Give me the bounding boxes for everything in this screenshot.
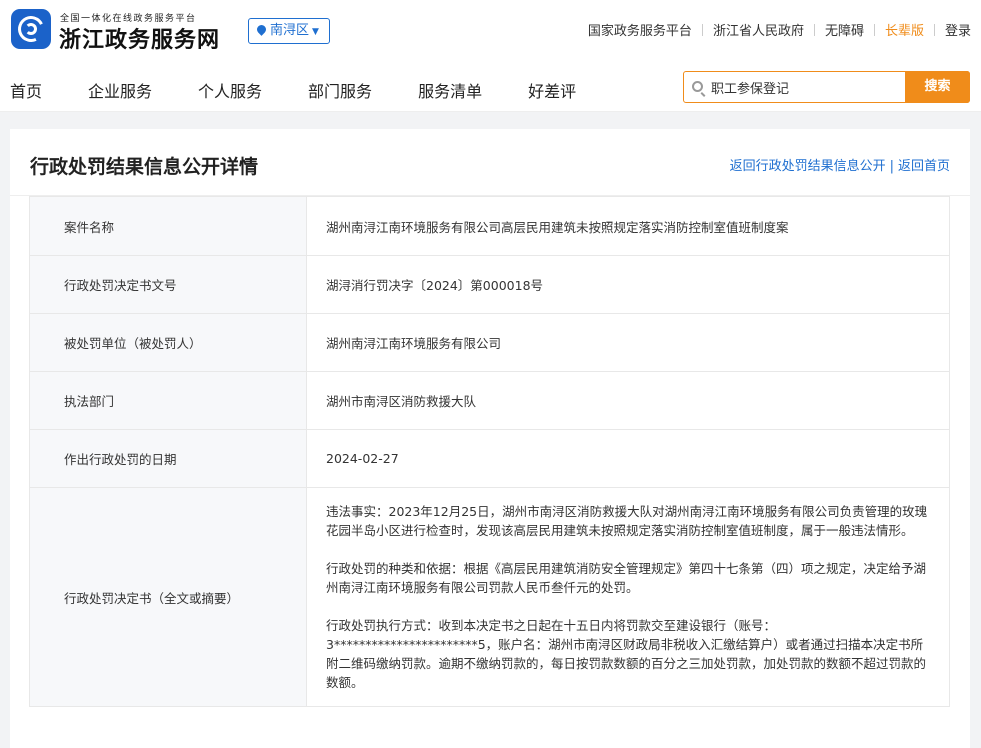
back-to-home-link[interactable]: 返回首页 xyxy=(898,159,950,174)
site-logo-icon[interactable] xyxy=(11,9,51,49)
main-nav: 首页 企业服务 个人服务 部门服务 服务清单 好差评 搜索 xyxy=(0,60,981,112)
decision-paragraph: 行政处罚的种类和依据：根据《高层民用建筑消防安全管理规定》第四十七条第（四）项之… xyxy=(326,561,927,595)
top-header: 全国一体化在线政务服务平台 浙江政务服务网 南浔区 ▼ 国家政务服务平台 浙江省人… xyxy=(0,0,981,60)
login-link[interactable]: 登录 xyxy=(945,20,971,39)
row-label: 案件名称 xyxy=(29,196,307,256)
row-label: 行政处罚决定书（全文或摘要） xyxy=(29,487,307,707)
region-label: 南浔区 xyxy=(270,23,310,38)
divider xyxy=(813,23,815,36)
divider xyxy=(933,23,935,36)
nav-item-rating[interactable]: 好差评 xyxy=(528,78,576,102)
search-icon xyxy=(692,81,703,92)
row-label: 被处罚单位（被处罚人） xyxy=(29,313,307,372)
row-value: 湖浔消行罚决字〔2024〕第000018号 xyxy=(306,255,950,314)
row-value: 湖州南浔江南环境服务有限公司高层民用建筑未按照规定落实消防控制室值班制度案 xyxy=(306,196,950,256)
table-row: 作出行政处罚的日期 2024-02-27 xyxy=(29,429,950,488)
table-row: 执法部门 湖州市南浔区消防救援大队 xyxy=(29,371,950,430)
page-title: 行政处罚结果信息公开详情 xyxy=(30,156,259,178)
row-value: 湖州市南浔区消防救援大队 xyxy=(306,371,950,430)
row-label: 行政处罚决定书文号 xyxy=(29,255,307,314)
nav-menu: 首页 企业服务 个人服务 部门服务 服务清单 好差评 xyxy=(10,78,622,102)
detail-card: 行政处罚结果信息公开详情 返回行政处罚结果信息公开 | 返回首页 案件名称 湖州南浔… xyxy=(10,129,970,748)
nav-item-personal[interactable]: 个人服务 xyxy=(198,78,262,102)
link-elder-mode[interactable]: 长辈版 xyxy=(885,20,924,39)
detail-table: 案件名称 湖州南浔江南环境服务有限公司高层民用建筑未按照规定落实消防控制室值班制… xyxy=(29,196,950,707)
link-accessibility[interactable]: 无障碍 xyxy=(825,20,864,39)
row-label: 作出行政处罚的日期 xyxy=(29,429,307,488)
decision-text: 违法事实：2023年12月25日，湖州市南浔区消防救援大队对湖州南浔江南环境服务… xyxy=(306,487,950,707)
divider: | xyxy=(889,159,894,174)
divider xyxy=(701,23,703,36)
link-zhejiang-gov[interactable]: 浙江省人民政府 xyxy=(713,20,804,39)
nav-item-home[interactable]: 首页 xyxy=(10,78,42,102)
nav-item-department[interactable]: 部门服务 xyxy=(308,78,372,102)
table-row: 行政处罚决定书文号 湖浔消行罚决字〔2024〕第000018号 xyxy=(29,255,950,314)
caret-down-icon: ▼ xyxy=(312,27,319,37)
breadcrumb: 返回行政处罚结果信息公开 | 返回首页 xyxy=(730,155,950,174)
nav-item-service-list[interactable]: 服务清单 xyxy=(418,78,482,102)
table-row: 案件名称 湖州南浔江南环境服务有限公司高层民用建筑未按照规定落实消防控制室值班制… xyxy=(29,196,950,256)
link-national-platform[interactable]: 国家政务服务平台 xyxy=(588,20,692,39)
table-row: 被处罚单位（被处罚人） 湖州南浔江南环境服务有限公司 xyxy=(29,313,950,372)
region-selector[interactable]: 南浔区 ▼ xyxy=(248,18,330,44)
table-row: 行政处罚决定书（全文或摘要） 违法事实：2023年12月25日，湖州市南浔区消防… xyxy=(29,487,950,707)
decision-paragraph: 行政处罚执行方式：收到本决定书之日起在十五日内将罚款交至建设银行（账号：3***… xyxy=(326,618,927,690)
row-value: 2024-02-27 xyxy=(306,429,950,488)
location-pin-icon xyxy=(255,23,268,36)
divider xyxy=(873,23,875,36)
nav-item-enterprise[interactable]: 企业服务 xyxy=(88,78,152,102)
search-input[interactable] xyxy=(711,75,901,99)
logo-title[interactable]: 浙江政务服务网 xyxy=(59,22,220,54)
search-box: 搜索 xyxy=(683,71,970,103)
back-to-list-link[interactable]: 返回行政处罚结果信息公开 xyxy=(730,159,886,174)
search-button[interactable]: 搜索 xyxy=(905,71,970,103)
top-links: 国家政务服务平台 浙江省人民政府 无障碍 长辈版 登录 xyxy=(588,20,971,39)
row-value: 湖州南浔江南环境服务有限公司 xyxy=(306,313,950,372)
decision-paragraph: 违法事实：2023年12月25日，湖州市南浔区消防救援大队对湖州南浔江南环境服务… xyxy=(326,504,928,538)
row-label: 执法部门 xyxy=(29,371,307,430)
